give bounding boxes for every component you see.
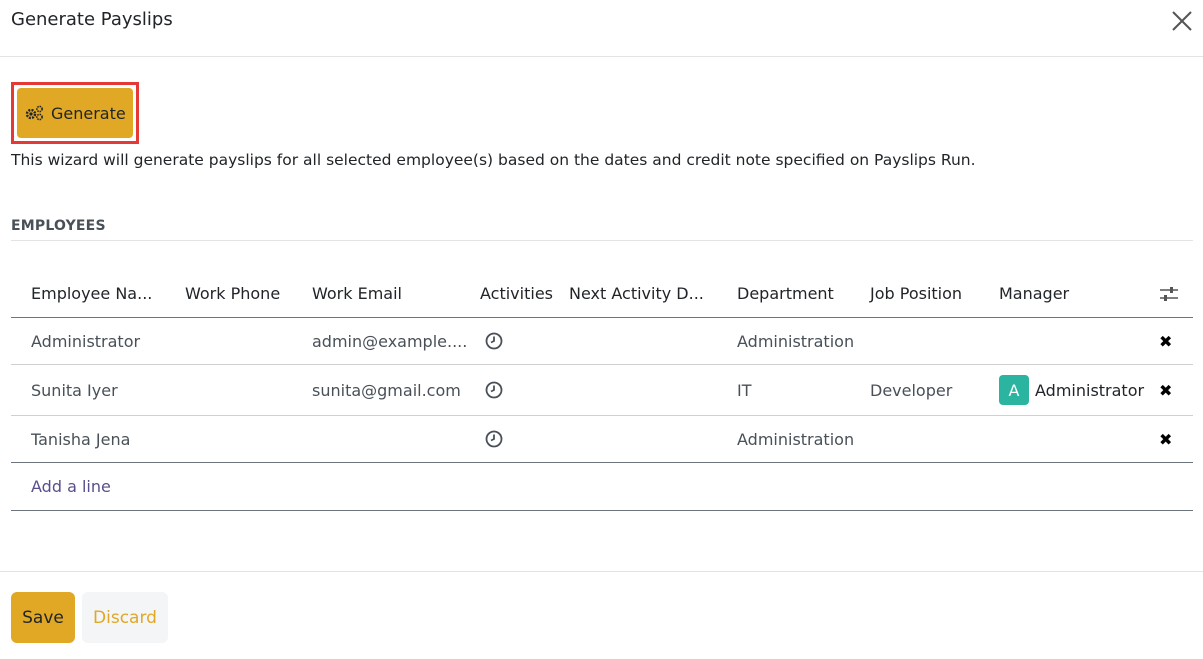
column-header-work-email[interactable]: Work Email — [312, 270, 402, 317]
table-row[interactable]: Tanisha Jena Administration ✖ — [11, 416, 1193, 463]
discard-button[interactable]: Discard — [82, 592, 168, 643]
activity-button[interactable] — [485, 365, 503, 415]
department: Administration — [737, 429, 855, 449]
column-header-next-activity[interactable]: Next Activity D... — [569, 270, 704, 317]
employee-name: Tanisha Jena — [31, 429, 131, 449]
table-row[interactable]: Sunita Iyer sunita@gmail.com IT Develope… — [11, 365, 1193, 416]
activity-button[interactable] — [485, 416, 503, 462]
column-header-department[interactable]: Department — [737, 270, 834, 317]
generate-button[interactable]: Generate — [17, 88, 133, 138]
dialog-title: Generate Payslips — [11, 9, 173, 30]
remove-row-button[interactable]: ✖ — [1159, 318, 1172, 364]
generate-button-label: Generate — [51, 103, 126, 123]
close-icon[interactable] — [1169, 8, 1195, 34]
column-header-manager[interactable]: Manager — [999, 270, 1069, 317]
column-header-activities[interactable]: Activities — [480, 270, 553, 317]
column-header-employee-name[interactable]: Employee Na... — [31, 270, 152, 317]
remove-icon: ✖ — [1159, 429, 1173, 449]
table-row[interactable]: Administrator admin@example.... Administ… — [11, 318, 1193, 365]
generate-button-highlight: Generate — [11, 82, 139, 144]
work-email: sunita@gmail.com — [312, 380, 461, 400]
work-email: admin@example.... — [312, 331, 468, 351]
wizard-description: This wizard will generate payslips for a… — [11, 151, 976, 169]
employee-name: Administrator — [31, 331, 141, 351]
column-settings-toggle[interactable] — [1159, 270, 1179, 317]
clock-icon — [485, 332, 503, 350]
footer-divider — [0, 571, 1203, 572]
section-divider — [11, 240, 1193, 241]
add-line-link[interactable]: Add a line — [31, 463, 111, 510]
manager-name: Administrator — [1035, 380, 1145, 400]
column-header-work-phone[interactable]: Work Phone — [185, 270, 280, 317]
table-header-row: Employee Na... Work Phone Work Email Act… — [11, 270, 1193, 318]
gears-icon — [25, 105, 43, 121]
remove-icon: ✖ — [1159, 331, 1173, 351]
save-button[interactable]: Save — [11, 592, 75, 643]
remove-icon: ✖ — [1159, 380, 1173, 400]
department: IT — [737, 380, 752, 400]
remove-row-button[interactable]: ✖ — [1159, 416, 1172, 462]
avatar: A — [999, 375, 1029, 405]
employees-section-title: EMPLOYEES — [11, 218, 106, 234]
department: Administration — [737, 331, 855, 351]
activity-button[interactable] — [485, 318, 503, 364]
dialog-header: Generate Payslips — [0, 0, 1203, 57]
clock-icon — [485, 381, 503, 399]
sliders-icon — [1160, 286, 1178, 301]
remove-row-button[interactable]: ✖ — [1159, 365, 1172, 415]
column-header-job-position[interactable]: Job Position — [870, 270, 962, 317]
employee-name: Sunita Iyer — [31, 380, 118, 400]
manager[interactable]: A Administrator — [999, 365, 1144, 415]
job-position: Developer — [870, 380, 953, 400]
clock-icon — [485, 430, 503, 448]
add-line-row: Add a line — [11, 463, 1193, 511]
